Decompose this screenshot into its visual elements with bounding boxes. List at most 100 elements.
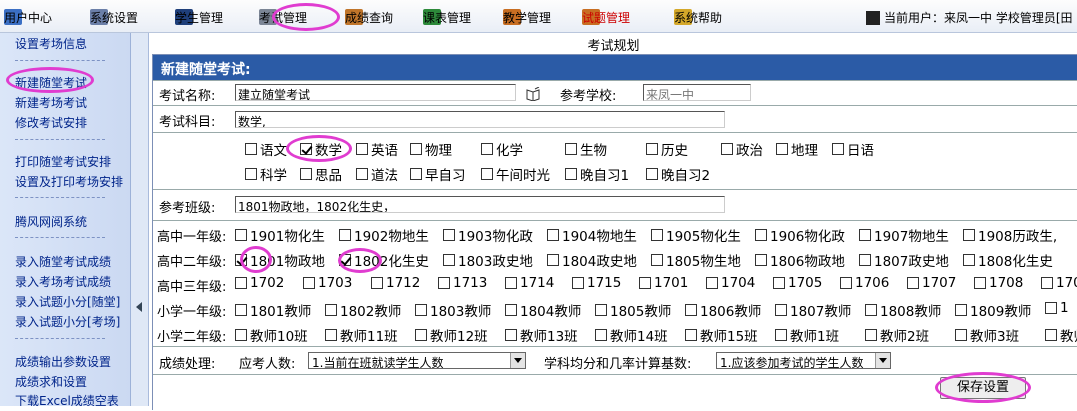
checkbox-unchecked[interactable]: [235, 277, 247, 289]
checkbox-option[interactable]: 英语: [356, 139, 398, 159]
checkbox-unchecked[interactable]: [505, 277, 517, 289]
checkbox-option[interactable]: 教师10班: [235, 325, 308, 345]
checkbox-option[interactable]: 教师13班: [505, 325, 578, 345]
sidebar-item-print-class-exam[interactable]: 打印随堂考试安排: [15, 153, 111, 170]
nav-help[interactable]: 系统帮助: [674, 8, 722, 26]
sidebar-item-online-marking[interactable]: 腾风网阅系统: [15, 213, 87, 230]
checkbox-unchecked[interactable]: [955, 329, 967, 341]
checkbox-unchecked[interactable]: [651, 254, 663, 266]
checkbox-option[interactable]: 生物: [565, 139, 607, 159]
sidebar-item-exam-room-info[interactable]: 设置考场信息: [15, 35, 87, 52]
checkbox-option[interactable]: 教师11班: [325, 325, 398, 345]
checkbox-option[interactable]: 教师14班: [595, 325, 668, 345]
checkbox-unchecked[interactable]: [859, 229, 871, 241]
sidebar-item-enter-room-subscores[interactable]: 录入试题小分[考场]: [15, 313, 120, 330]
checkbox-unchecked[interactable]: [325, 329, 337, 341]
checkbox-checked[interactable]: [339, 254, 351, 266]
checkbox-option[interactable]: 科学: [245, 164, 287, 184]
subjects-input[interactable]: 数学,: [235, 111, 725, 128]
sidebar-item-sum-settings[interactable]: 成绩求和设置: [15, 373, 87, 390]
checkbox-option[interactable]: 1703: [303, 275, 352, 291]
checkbox-option[interactable]: 教师2班: [865, 325, 929, 345]
checkbox-option[interactable]: 1705: [773, 275, 822, 291]
checkbox-unchecked[interactable]: [840, 277, 852, 289]
checkbox-option[interactable]: 1708: [974, 275, 1023, 291]
avg-base-select[interactable]: 1.应该参加考试的学生人数: [716, 352, 891, 369]
checkbox-option[interactable]: 教师3班: [955, 325, 1019, 345]
checkbox-option[interactable]: 语文: [245, 139, 287, 159]
checkbox-option[interactable]: 晚自习1: [565, 164, 629, 184]
checkbox-unchecked[interactable]: [245, 168, 257, 180]
checkbox-option[interactable]: 日语: [832, 139, 874, 159]
checkbox-unchecked[interactable]: [776, 143, 788, 155]
checkbox-unchecked[interactable]: [955, 304, 967, 316]
nav-student-management[interactable]: 学生管理: [175, 8, 223, 26]
checkbox-option[interactable]: 1701: [639, 275, 688, 291]
checkbox-unchecked[interactable]: [773, 277, 785, 289]
checkbox-unchecked[interactable]: [974, 277, 986, 289]
checkbox-option[interactable]: 1706: [840, 275, 889, 291]
checkbox-option[interactable]: 政治: [721, 139, 763, 159]
checkbox-unchecked[interactable]: [775, 304, 787, 316]
nav-teaching[interactable]: 教学管理: [503, 8, 551, 26]
checkbox-unchecked[interactable]: [235, 304, 247, 316]
checkbox-option[interactable]: 1806物政地: [755, 250, 845, 270]
checkbox-option[interactable]: 早自习: [410, 164, 466, 184]
checkbox-option[interactable]: 1908历政生,: [963, 225, 1057, 245]
checkbox-option[interactable]: 1901物化生: [235, 225, 325, 245]
save-settings-button[interactable]: 保存设置: [940, 377, 1026, 399]
checkbox-unchecked[interactable]: [685, 304, 697, 316]
nav-question-bank[interactable]: 试题管理: [582, 8, 630, 26]
exam-name-input[interactable]: 建立随堂考试: [235, 84, 516, 101]
nav-score-query[interactable]: 成绩查询: [345, 8, 393, 26]
checkbox-option[interactable]: 1714: [505, 275, 554, 291]
checkbox-option[interactable]: 午间时光: [481, 164, 550, 184]
sidebar-item-enter-room-scores[interactable]: 录入考场考试成绩: [15, 273, 111, 290]
checkbox-unchecked[interactable]: [963, 254, 975, 266]
checkbox-unchecked[interactable]: [438, 277, 450, 289]
collapse-arrow-icon[interactable]: [136, 302, 142, 312]
checkbox-unchecked[interactable]: [410, 143, 422, 155]
classes-input[interactable]: 1801物政地，1802化生史，: [235, 196, 725, 213]
checkbox-unchecked[interactable]: [859, 254, 871, 266]
checkbox-option[interactable]: 1704: [706, 275, 755, 291]
checkbox-unchecked[interactable]: [415, 304, 427, 316]
checkbox-option[interactable]: 地理: [776, 139, 818, 159]
checkbox-option[interactable]: 1807政史地: [859, 250, 949, 270]
checkbox-option[interactable]: 1804教师: [505, 300, 581, 320]
sidebar-item-new-room-exam[interactable]: 新建考场考试: [15, 94, 87, 111]
checkbox-option[interactable]: 1709: [1041, 275, 1077, 291]
checkbox-unchecked[interactable]: [832, 143, 844, 155]
checkbox-option[interactable]: 1906物化政: [755, 225, 845, 245]
checkbox-option[interactable]: 1713: [438, 275, 487, 291]
nav-timetable[interactable]: 课表管理: [423, 8, 471, 26]
checkbox-option[interactable]: 1904物地生: [547, 225, 637, 245]
checkbox-option[interactable]: 1808化生史: [963, 250, 1053, 270]
checkbox-option[interactable]: 晚自习2: [646, 164, 710, 184]
checkbox-option[interactable]: 教师12班: [415, 325, 488, 345]
checkbox-option[interactable]: 化学: [481, 139, 523, 159]
checkbox-unchecked[interactable]: [481, 143, 493, 155]
nav-user-center[interactable]: 用户中心: [4, 8, 52, 26]
checkbox-unchecked[interactable]: [415, 329, 427, 341]
sidebar-item-output-params[interactable]: 成绩输出参数设置: [15, 353, 111, 370]
checkbox-unchecked[interactable]: [595, 304, 607, 316]
checkbox-option[interactable]: 1801物政地: [235, 250, 325, 270]
checkbox-unchecked[interactable]: [907, 277, 919, 289]
checkbox-option[interactable]: 1712: [371, 275, 420, 291]
checkbox-option[interactable]: 1905物化生: [651, 225, 741, 245]
checkbox-option[interactable]: 思品: [300, 164, 342, 184]
checkbox-unchecked[interactable]: [865, 329, 877, 341]
sidebar-splitter[interactable]: [131, 33, 149, 406]
checkbox-unchecked[interactable]: [685, 329, 697, 341]
checkbox-unchecked[interactable]: [963, 229, 975, 241]
sidebar-item-enter-class-scores[interactable]: 录入随堂考试成绩: [15, 253, 111, 270]
checkbox-option[interactable]: 1902物地生: [339, 225, 429, 245]
checkbox-option[interactable]: 1707: [907, 275, 956, 291]
checkbox-option[interactable]: 1809教师: [955, 300, 1031, 320]
checkbox-unchecked[interactable]: [1045, 302, 1057, 314]
nav-system-settings[interactable]: 系统设置: [90, 8, 138, 26]
checkbox-unchecked[interactable]: [547, 229, 559, 241]
checkbox-unchecked[interactable]: [371, 277, 383, 289]
checkbox-checked[interactable]: [235, 254, 247, 266]
